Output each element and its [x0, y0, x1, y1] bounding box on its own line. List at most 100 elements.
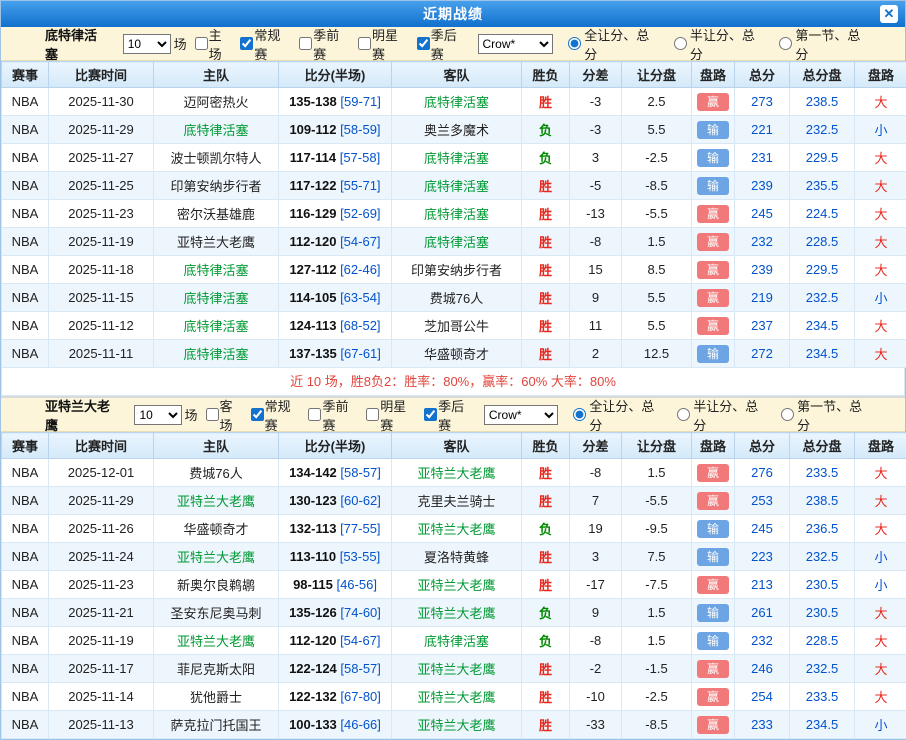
filter-checkbox[interactable]: 季前赛 [303, 396, 360, 434]
radio-input[interactable] [677, 408, 690, 421]
cell-handicap-result: 输 [692, 627, 735, 655]
cell-handicap-line: 12.5 [622, 340, 692, 368]
cell-over-under: 大 [855, 683, 906, 711]
cell-handicap-result: 输 [692, 515, 735, 543]
checkbox-input[interactable] [299, 37, 312, 50]
column-header: 主队 [154, 433, 279, 459]
filter-checkbox[interactable]: 季前赛 [294, 25, 352, 63]
cell-result: 胜 [522, 340, 570, 368]
handicap-result-badge: 输 [697, 548, 729, 566]
score-full: 137-135 [289, 346, 337, 361]
cell-home-team: 菲尼克斯太阳 [154, 655, 279, 683]
cell-handicap-line: -2.5 [622, 144, 692, 172]
odds-type-radio[interactable]: 全让分、总分 [573, 396, 665, 434]
score-halftime: [63-54] [340, 290, 380, 305]
filter-checkbox[interactable]: 常规赛 [235, 25, 293, 63]
table-row: NBA2025-11-23新奥尔良鹈鹕98-115 [46-56]亚特兰大老鹰胜… [2, 571, 906, 599]
checkbox-label: 季前赛 [313, 25, 352, 63]
score-halftime: [53-55] [340, 549, 380, 564]
table-row: NBA2025-11-12底特律活塞124-113 [68-52]芝加哥公牛胜1… [2, 312, 906, 340]
radio-input[interactable] [573, 408, 586, 421]
cell-handicap-result: 输 [692, 599, 735, 627]
filter-checkbox[interactable]: 主场 [190, 25, 235, 63]
table-row: NBA2025-11-21圣安东尼奥马刺135-126 [74-60]亚特兰大老… [2, 599, 906, 627]
score-full: 122-124 [289, 661, 337, 676]
checkbox-input[interactable] [195, 37, 208, 50]
checkbox-input[interactable] [240, 37, 253, 50]
cell-date: 2025-11-17 [49, 655, 154, 683]
cell-total-line: 230.5 [790, 599, 855, 627]
column-header: 总分 [735, 62, 790, 88]
checkbox-input[interactable] [308, 408, 321, 421]
cell-point-diff: -17 [570, 571, 622, 599]
cell-score: 134-142 [58-57] [279, 459, 392, 487]
cell-date: 2025-11-26 [49, 515, 154, 543]
odds-type-radio[interactable]: 第一节、总分 [781, 396, 873, 434]
cell-over-under: 大 [855, 172, 906, 200]
column-header: 比分(半场) [279, 433, 392, 459]
cell-over-under: 大 [855, 200, 906, 228]
filter-checkbox[interactable]: 季后赛 [412, 25, 470, 63]
close-icon[interactable]: ✕ [880, 5, 898, 23]
cell-total-points: 237 [735, 312, 790, 340]
cell-home-team: 底特律活塞 [154, 340, 279, 368]
cell-point-diff: -33 [570, 711, 622, 739]
cell-handicap-result: 赢 [692, 256, 735, 284]
checkbox-label: 主场 [209, 25, 235, 63]
cell-date: 2025-11-19 [49, 627, 154, 655]
table-row: NBA2025-11-19亚特兰大老鹰112-120 [54-67]底特律活塞负… [2, 627, 906, 655]
bookmaker-select[interactable]: Crow* [484, 405, 559, 425]
cell-date: 2025-11-12 [49, 312, 154, 340]
filter-checkbox[interactable]: 季后赛 [419, 396, 476, 434]
score-halftime: [62-46] [340, 262, 380, 277]
dialog-titlebar: 近期战绩 ✕ [1, 1, 905, 27]
radio-input[interactable] [568, 37, 581, 50]
checkbox-input[interactable] [424, 408, 437, 421]
cell-score: 98-115 [46-56] [279, 571, 392, 599]
bookmaker-select[interactable]: Crow* [478, 34, 554, 54]
checkbox-input[interactable] [206, 408, 219, 421]
score-full: 127-112 [289, 262, 336, 277]
cell-home-team: 波士顿凯尔特人 [154, 144, 279, 172]
filter-checkbox-group: 主场常规赛季前赛明星赛季后赛 [190, 25, 471, 63]
cell-over-under: 大 [855, 88, 906, 116]
handicap-result-badge: 赢 [697, 233, 729, 251]
radio-input[interactable] [779, 37, 792, 50]
odds-type-radio[interactable]: 半让分、总分 [674, 25, 768, 63]
filter-checkbox[interactable]: 客场 [201, 396, 245, 434]
odds-type-radio[interactable]: 全让分、总分 [568, 25, 662, 63]
cell-total-points: 272 [735, 340, 790, 368]
checkbox-input[interactable] [358, 37, 371, 50]
radio-input[interactable] [781, 408, 794, 421]
cell-result: 胜 [522, 683, 570, 711]
checkbox-input[interactable] [251, 408, 264, 421]
cell-away-team: 克里夫兰骑士 [392, 487, 522, 515]
score-full: 134-142 [289, 465, 337, 480]
checkbox-label: 明星赛 [380, 396, 418, 434]
cell-score: 100-133 [46-66] [279, 711, 392, 739]
cell-handicap-line: -9.5 [622, 515, 692, 543]
filter-checkbox[interactable]: 常规赛 [246, 396, 303, 434]
cell-point-diff: 19 [570, 515, 622, 543]
cell-total-line: 233.5 [790, 683, 855, 711]
games-count-select[interactable]: 10 [134, 405, 181, 425]
radio-label: 第一节、总分 [797, 396, 873, 434]
filter-checkbox[interactable]: 明星赛 [353, 25, 411, 63]
radio-input[interactable] [674, 37, 687, 50]
odds-type-radio[interactable]: 第一节、总分 [779, 25, 873, 63]
odds-type-radio[interactable]: 半让分、总分 [677, 396, 769, 434]
handicap-result-badge: 赢 [697, 660, 729, 678]
checkbox-input[interactable] [417, 37, 430, 50]
filter-checkbox[interactable]: 明星赛 [361, 396, 418, 434]
cell-total-points: 223 [735, 543, 790, 571]
cell-date: 2025-11-14 [49, 683, 154, 711]
cell-away-team: 亚特兰大老鹰 [392, 571, 522, 599]
cell-total-line: 228.5 [790, 627, 855, 655]
games-count-select[interactable]: 10 [123, 34, 171, 54]
cell-league: NBA [2, 88, 49, 116]
cell-point-diff: -3 [570, 116, 622, 144]
score-halftime: [54-67] [340, 633, 380, 648]
score-full: 135-138 [289, 94, 337, 109]
checkbox-input[interactable] [366, 408, 379, 421]
score-halftime: [57-58] [340, 150, 380, 165]
